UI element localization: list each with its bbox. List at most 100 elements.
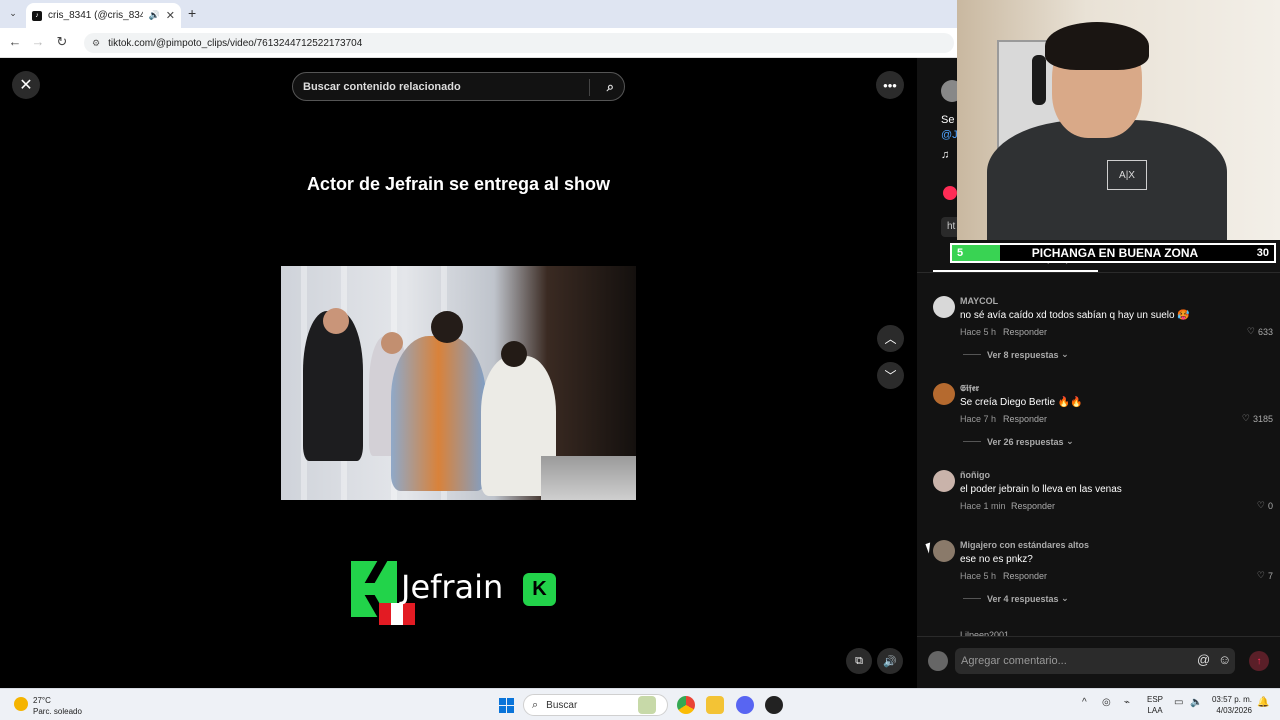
tray-app-icon[interactable]: ◎ [1102, 697, 1111, 708]
streamer-hair [1045, 22, 1149, 70]
heart-outline-icon: ♡ [1246, 326, 1255, 336]
heart-outline-icon: ♡ [1241, 413, 1250, 423]
view-replies-label: Ver 26 respuestas [987, 436, 1064, 447]
comment-time: Hace 5 h [960, 327, 997, 337]
notification-bell-icon[interactable]: 🔔 [1257, 697, 1269, 708]
emoji-icon[interactable]: ☺ [1218, 652, 1231, 667]
tab-audio-icon[interactable]: 🔊 [149, 10, 160, 21]
like-count: 0 [1267, 500, 1273, 511]
comment-username[interactable]: ñoñigo [960, 470, 990, 480]
back-arrow-icon[interactable]: ← [6, 34, 24, 49]
music-note-icon[interactable]: ♫ [941, 149, 949, 161]
comment-likes[interactable]: ♡ 3185 [1242, 413, 1273, 424]
reply-button[interactable]: Responder [1003, 571, 1047, 581]
video-player[interactable]: Actor de Jefrain se entrega al show Jefr… [281, 58, 636, 688]
chrome-icon[interactable] [677, 696, 695, 714]
taskbar-search-label: Buscar [546, 699, 578, 711]
obs-icon[interactable] [765, 696, 783, 714]
windows-taskbar: 27°C Parc. soleado ⌕ Buscar ^ ◎ ⌁ ESP LAA… [0, 688, 1280, 720]
divider [917, 272, 1280, 273]
floating-player-icon[interactable]: ⧉ [846, 648, 872, 674]
clock-date: 4/03/2026 [1216, 706, 1252, 715]
site-settings-icon[interactable]: ⚙ [92, 38, 100, 49]
comment-username[interactable]: 𝕾𝖎𝖋𝖊𝖗 [960, 383, 979, 394]
url-field[interactable]: ⚙ tiktok.com/@pimpoto_clips/video/761324… [84, 33, 954, 53]
avatar[interactable] [933, 470, 955, 492]
stream-goal-bar: 5 PICHANGA EN BUENA ZONA 30 [950, 243, 1276, 263]
webcam-overlay: A|X [957, 0, 1280, 240]
comment-time: Hace 1 min [960, 501, 1006, 511]
reply-button[interactable]: Responder [1003, 327, 1047, 337]
avatar[interactable] [933, 383, 955, 405]
comment-username[interactable]: MAYCOL [960, 296, 998, 306]
view-replies-button[interactable]: Ver 26 respuestas ⌄ [963, 436, 1074, 447]
next-video-chevron-down-icon[interactable]: ﹀ [877, 362, 904, 389]
tray-network-icon[interactable]: ⌁ [1124, 697, 1130, 708]
send-arrow-up-icon[interactable]: ↑ [1249, 651, 1269, 671]
avatar[interactable] [933, 540, 955, 562]
avatar[interactable] [933, 296, 955, 318]
heart-outline-icon: ♡ [1256, 500, 1265, 510]
comment-text: el poder jebrain lo lleva en las venas [960, 484, 1122, 495]
weather-sun-icon[interactable] [14, 697, 28, 711]
shirt-logo: A|X [1107, 160, 1147, 190]
chevron-down-icon: ⌄ [1058, 349, 1069, 359]
comment-text: no sé avía caído xd todos sabían q hay u… [960, 310, 1190, 321]
screen: { "browser": { "tab_title": "cris_8341 (… [0, 0, 1280, 720]
chevron-down-icon: ⌄ [1058, 593, 1069, 603]
reply-button[interactable]: Responder [1011, 501, 1055, 511]
tray-chevron-up-icon[interactable]: ^ [1082, 697, 1087, 708]
related-search-input[interactable]: Buscar contenido relacionado ⌕ [292, 72, 625, 101]
comment-likes[interactable]: ♡ 0 [1257, 500, 1273, 511]
search-icon[interactable]: ⌕ [607, 79, 614, 95]
input-language[interactable]: ESP LAA [1147, 694, 1163, 716]
new-tab-plus-icon[interactable]: + [188, 5, 196, 21]
goal-target: 30 [1256, 247, 1269, 259]
browser-tab[interactable]: ♪ cris_8341 (@cris_8341) | Tik 🔊 ✕ [26, 3, 181, 28]
discord-icon[interactable] [736, 696, 754, 714]
volume-icon[interactable]: 🔊 [877, 648, 903, 674]
comment-username[interactable]: Migajero con estándares altos [960, 540, 1089, 550]
previous-video-chevron-up-icon[interactable]: ︿ [877, 325, 904, 352]
like-count: 3185 [1252, 413, 1273, 424]
heart-outline-icon: ♡ [1256, 570, 1265, 580]
reload-icon[interactable]: ↻ [53, 34, 71, 50]
like-heart-icon[interactable] [943, 186, 957, 200]
system-clock[interactable]: 03:57 p. m. 4/03/2026 [1210, 694, 1252, 716]
display-icon[interactable]: ▭ [1174, 697, 1183, 708]
forward-arrow-icon[interactable]: → [29, 34, 47, 49]
logo-k-badge: K [523, 573, 556, 606]
my-avatar[interactable] [928, 651, 948, 671]
tiktok-favicon-icon: ♪ [32, 10, 42, 21]
comment-time: Hace 7 h [960, 414, 997, 424]
weather-condition: Parc. soleado [33, 707, 82, 716]
tab-close-icon[interactable]: ✕ [166, 9, 175, 22]
mention-link[interactable]: @J [941, 129, 958, 141]
view-replies-button[interactable]: Ver 4 respuestas ⌄ [963, 593, 1069, 604]
close-icon[interactable]: ✕ [12, 71, 40, 99]
lang-code: ESP [1147, 695, 1164, 704]
comment-text: ese no es pnkz? [960, 554, 1033, 565]
url-text: tiktok.com/@pimpoto_clips/video/76132447… [108, 37, 363, 49]
tab-list-chevron-icon[interactable]: ⌄ [6, 6, 20, 20]
tab-title: cris_8341 (@cris_8341) | Tik [48, 10, 143, 21]
comment-input[interactable]: Agregar comentario... [955, 648, 1235, 674]
comment-input-bar: Agregar comentario... @ ☺ ↑ [917, 636, 1280, 688]
chevron-down-icon: ⌄ [1063, 436, 1074, 446]
comment-likes[interactable]: ♡ 633 [1247, 326, 1273, 337]
view-replies-button[interactable]: Ver 8 respuestas ⌄ [963, 349, 1069, 360]
comment-time: Hace 5 h [960, 571, 997, 581]
weather-widget[interactable]: 27°C Parc. soleado [33, 695, 82, 717]
speaker-icon[interactable]: 🔈 [1190, 697, 1202, 708]
more-options-icon[interactable]: ••• [876, 71, 904, 99]
comment-likes[interactable]: ♡ 7 [1257, 570, 1273, 581]
comment-placeholder: Agregar comentario... [961, 655, 1067, 667]
search-placeholder: Buscar contenido relacionado [303, 80, 461, 93]
view-replies-label: Ver 4 respuestas [987, 593, 1059, 604]
file-explorer-icon[interactable] [706, 696, 724, 714]
mention-at-icon[interactable]: @ [1197, 652, 1210, 667]
search-highlight-icon[interactable] [638, 696, 656, 714]
windows-start-icon[interactable] [499, 698, 514, 713]
reply-button[interactable]: Responder [1003, 414, 1047, 424]
video-description: Se [941, 114, 955, 126]
